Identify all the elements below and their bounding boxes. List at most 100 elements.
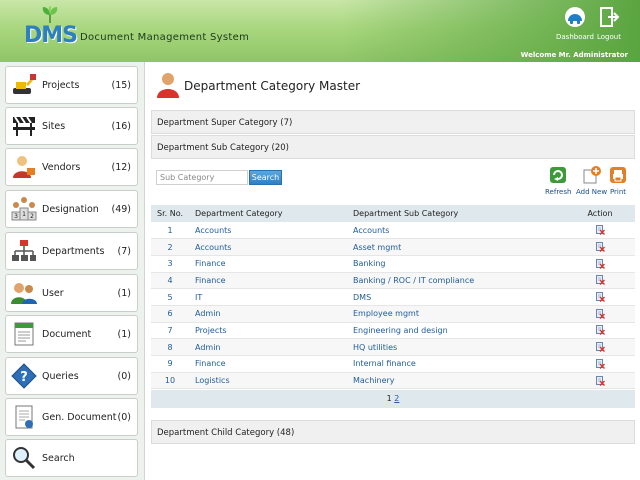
cell-action xyxy=(565,322,635,340)
table-row: 8 Admin HQ utilities xyxy=(151,338,635,356)
cell-sr-no: 1 xyxy=(151,222,189,240)
cell-department-category[interactable]: Finance xyxy=(189,272,347,290)
refresh-button[interactable]: Refresh xyxy=(545,166,571,196)
admin-user-icon xyxy=(157,73,179,98)
cell-sr-no: 7 xyxy=(151,322,189,340)
col-sr-no: Sr. No. xyxy=(151,205,189,222)
svg-text:1: 1 xyxy=(22,211,26,218)
cell-sr-no: 3 xyxy=(151,255,189,273)
col-department-sub-category: Department Sub Category xyxy=(347,205,565,222)
main-content: Department Category Master Department Su… xyxy=(148,62,640,480)
cell-department-sub-category[interactable]: Internal finance xyxy=(347,355,565,373)
sidebar-item-gen-document[interactable]: Gen. Document (0) xyxy=(5,398,138,436)
cell-department-sub-category[interactable]: Banking xyxy=(347,255,565,273)
document-icon xyxy=(14,322,34,346)
table-row: 2 Accounts Asset mgmt xyxy=(151,238,635,256)
cell-department-sub-category[interactable]: Accounts xyxy=(347,222,565,240)
logo-text: DMS xyxy=(24,23,78,48)
sub-category-table: Sr. No. Department Category Department S… xyxy=(151,205,635,390)
child-category-header[interactable]: Department Child Category (48) xyxy=(151,420,635,444)
add-new-button[interactable]: Add New xyxy=(576,166,607,196)
col-action: Action xyxy=(565,205,635,222)
cell-sr-no: 6 xyxy=(151,305,189,323)
app-logo[interactable]: DMS xyxy=(24,6,78,48)
super-category-header[interactable]: Department Super Category (7) xyxy=(151,110,635,134)
user-icon xyxy=(11,283,37,304)
logout-icon xyxy=(599,7,620,27)
sidebar-item-departments[interactable]: Departments (7) xyxy=(5,232,138,270)
table-row: 4 Finance Banking / ROC / IT compliance xyxy=(151,272,635,290)
cell-action xyxy=(565,288,635,306)
delete-icon[interactable] xyxy=(595,292,605,303)
page-header: Department Category Master xyxy=(148,62,640,108)
cell-department-category[interactable]: Finance xyxy=(189,255,347,273)
delete-icon[interactable] xyxy=(595,308,605,319)
cell-department-sub-category[interactable]: Machinery xyxy=(347,372,565,390)
cell-sr-no: 10 xyxy=(151,372,189,390)
cell-department-category[interactable]: Admin xyxy=(189,305,347,323)
app-title: Document Management System xyxy=(80,32,250,43)
page-title: Department Category Master xyxy=(184,79,361,93)
sidebar-item-projects[interactable]: Projects (15) xyxy=(5,66,138,104)
cell-action xyxy=(565,238,635,256)
delete-icon[interactable] xyxy=(595,375,605,386)
page-link-2[interactable]: 2 xyxy=(394,394,399,403)
cell-department-sub-category[interactable]: Employee mgmt xyxy=(347,305,565,323)
search-button[interactable]: Search xyxy=(249,170,282,185)
delete-icon[interactable] xyxy=(595,358,605,369)
delete-icon[interactable] xyxy=(595,275,605,286)
table-row: 7 Projects Engineering and design xyxy=(151,322,635,340)
cell-sr-no: 2 xyxy=(151,238,189,256)
delete-icon[interactable] xyxy=(595,258,605,269)
sidebar-item-queries[interactable]: ? Queries (0) xyxy=(5,357,138,395)
cell-department-sub-category[interactable]: HQ utilities xyxy=(347,338,565,356)
sub-category-header[interactable]: Department Sub Category (20) xyxy=(151,135,635,159)
table-header-row: Sr. No. Department Category Department S… xyxy=(151,205,635,222)
delete-icon[interactable] xyxy=(595,225,605,236)
print-icon xyxy=(610,167,626,183)
designation-icon: 1 3 2 xyxy=(11,197,37,221)
cell-sr-no: 4 xyxy=(151,272,189,290)
table-row: 1 Accounts Accounts xyxy=(151,222,635,240)
sidebar-item-designation[interactable]: 1 3 2 Designation (49) xyxy=(5,190,138,228)
cell-action xyxy=(565,372,635,390)
cell-department-category[interactable]: Admin xyxy=(189,338,347,356)
cell-sr-no: 9 xyxy=(151,355,189,373)
svg-text:3: 3 xyxy=(14,213,18,220)
cell-department-category[interactable]: IT xyxy=(189,288,347,306)
cell-department-sub-category[interactable]: Engineering and design xyxy=(347,322,565,340)
search-icon xyxy=(13,447,36,470)
cell-sr-no: 5 xyxy=(151,288,189,306)
page-current: 1 xyxy=(386,394,392,403)
cell-department-category[interactable]: Finance xyxy=(189,355,347,373)
dashboard-button[interactable]: Dashboard xyxy=(556,6,594,41)
sidebar-item-search[interactable]: Search xyxy=(5,439,138,477)
cell-department-category[interactable]: Accounts xyxy=(189,238,347,256)
welcome-text: Welcome Mr. Administrator xyxy=(520,51,628,59)
sidebar-item-document[interactable]: Document (1) xyxy=(5,315,138,353)
cell-department-category[interactable]: Accounts xyxy=(189,222,347,240)
col-department-category: Department Category xyxy=(189,205,347,222)
cell-action xyxy=(565,355,635,373)
delete-icon[interactable] xyxy=(595,325,605,336)
table-row: 3 Finance Banking xyxy=(151,255,635,273)
cell-action xyxy=(565,272,635,290)
cell-department-sub-category[interactable]: Asset mgmt xyxy=(347,238,565,256)
sidebar: Projects (15) Sites (16) Vendors (12) 1 … xyxy=(0,62,145,480)
cell-department-category[interactable]: Logistics xyxy=(189,372,347,390)
sidebar-item-sites[interactable]: Sites (16) xyxy=(5,107,138,145)
cell-department-sub-category[interactable]: DMS xyxy=(347,288,565,306)
sites-icon xyxy=(13,116,35,136)
delete-icon[interactable] xyxy=(595,342,605,353)
dashboard-icon xyxy=(564,7,585,27)
table-row: 5 IT DMS xyxy=(151,288,635,306)
delete-icon[interactable] xyxy=(595,242,605,253)
logout-button[interactable]: Logout xyxy=(597,6,621,41)
print-button[interactable]: Print xyxy=(609,166,627,196)
sidebar-item-user[interactable]: User (1) xyxy=(5,274,138,312)
table-row: 6 Admin Employee mgmt xyxy=(151,305,635,323)
cell-department-sub-category[interactable]: Banking / ROC / IT compliance xyxy=(347,272,565,290)
sidebar-item-vendors[interactable]: Vendors (12) xyxy=(5,148,138,186)
cell-department-category[interactable]: Projects xyxy=(189,322,347,340)
sub-category-search-input[interactable] xyxy=(156,170,248,185)
